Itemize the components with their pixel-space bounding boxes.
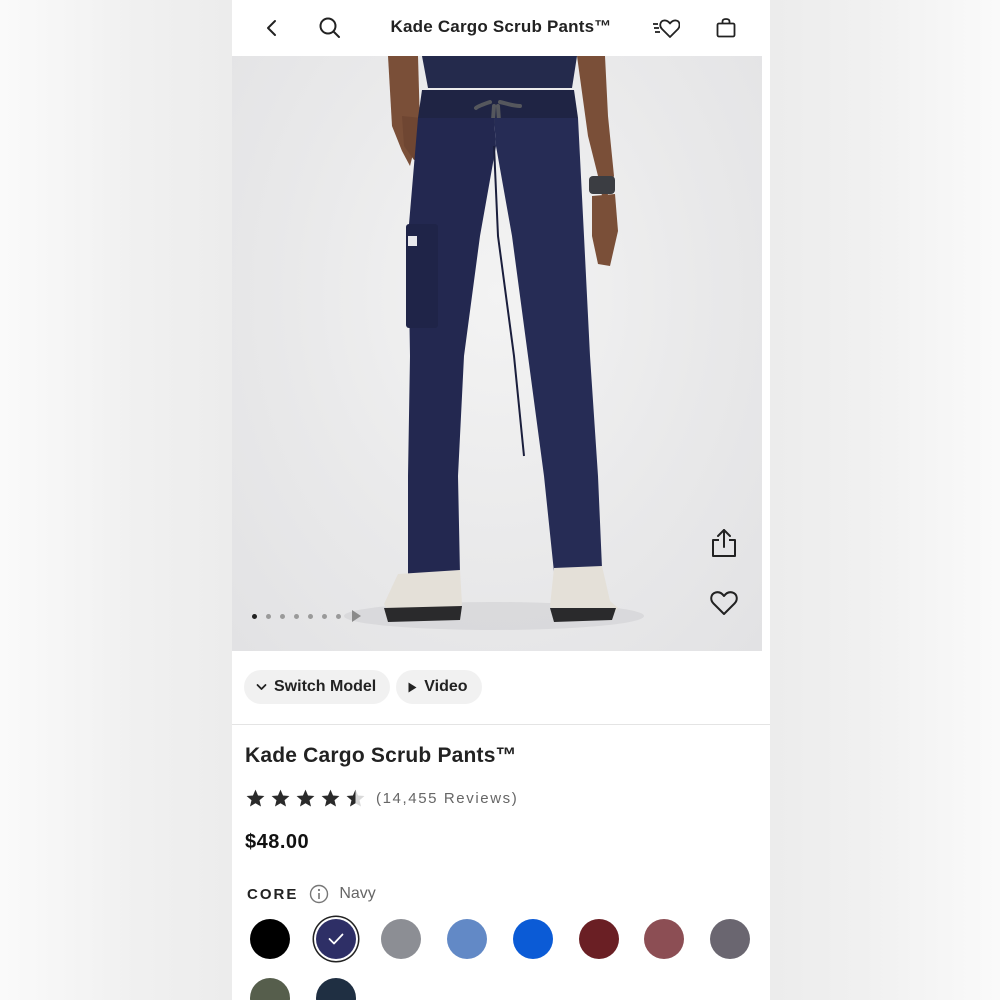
- media-options: Switch Model Video: [244, 670, 482, 704]
- share-icon[interactable]: [707, 526, 741, 560]
- reviews-count-link[interactable]: (14,455 Reviews): [376, 790, 518, 807]
- color-group-label: CORE: [247, 885, 299, 903]
- color-swatch[interactable]: [316, 978, 356, 1000]
- star-rating: [245, 788, 366, 809]
- carousel-dot[interactable]: [280, 613, 285, 619]
- switch-model-label: Switch Model: [274, 678, 377, 695]
- carousel-dot[interactable]: [336, 613, 341, 619]
- color-swatch[interactable]: [381, 919, 421, 959]
- video-button[interactable]: Video: [396, 670, 482, 704]
- chevron-down-icon: [256, 683, 267, 691]
- carousel-indicator: [252, 609, 361, 623]
- product-page: Kade Cargo Scrub Pants™ Switch Model Vid…: [232, 0, 770, 1000]
- heart-icon[interactable]: [707, 586, 741, 620]
- carousel-dot[interactable]: [322, 613, 327, 619]
- color-swatch[interactable]: [710, 919, 750, 959]
- star-icon: [246, 789, 265, 807]
- product-image-carousel[interactable]: [232, 56, 762, 651]
- bag-icon[interactable]: [712, 14, 740, 42]
- section-divider: [232, 724, 770, 725]
- product-title: Kade Cargo Scrub Pants™: [245, 744, 517, 767]
- selected-color-name: Navy: [339, 885, 376, 902]
- video-label: Video: [424, 678, 468, 695]
- color-swatch[interactable]: [316, 919, 356, 959]
- page-title: Kade Cargo Scrub Pants™: [390, 17, 612, 36]
- star-icon: [296, 789, 315, 807]
- backdrop-right: [770, 0, 1000, 1000]
- color-swatches: [250, 919, 770, 1000]
- star-icon: [271, 789, 290, 807]
- color-swatch[interactable]: [579, 919, 619, 959]
- top-nav-bar: Kade Cargo Scrub Pants™: [232, 0, 770, 56]
- product-photo: [344, 56, 644, 630]
- color-swatch[interactable]: [250, 978, 290, 1000]
- carousel-next-icon[interactable]: [352, 610, 361, 622]
- wishlist-icon[interactable]: [652, 14, 680, 42]
- color-swatch[interactable]: [513, 919, 553, 959]
- product-price: $48.00: [245, 831, 310, 853]
- carousel-dot[interactable]: [308, 613, 313, 619]
- carousel-dot[interactable]: [252, 613, 257, 619]
- carousel-dot[interactable]: [266, 613, 271, 619]
- color-swatch[interactable]: [447, 919, 487, 959]
- product-rating[interactable]: (14,455 Reviews): [245, 788, 518, 809]
- carousel-dot[interactable]: [294, 613, 299, 619]
- play-icon: [408, 682, 417, 693]
- star-half-icon: [346, 789, 365, 807]
- info-icon[interactable]: [309, 884, 329, 904]
- color-selector-header: CORE Navy: [247, 884, 376, 904]
- color-swatch[interactable]: [250, 919, 290, 959]
- backdrop-left: [0, 0, 232, 1000]
- switch-model-button[interactable]: Switch Model: [244, 670, 391, 704]
- star-icon: [321, 789, 340, 807]
- checkmark-icon: [316, 919, 356, 959]
- color-swatch[interactable]: [644, 919, 684, 959]
